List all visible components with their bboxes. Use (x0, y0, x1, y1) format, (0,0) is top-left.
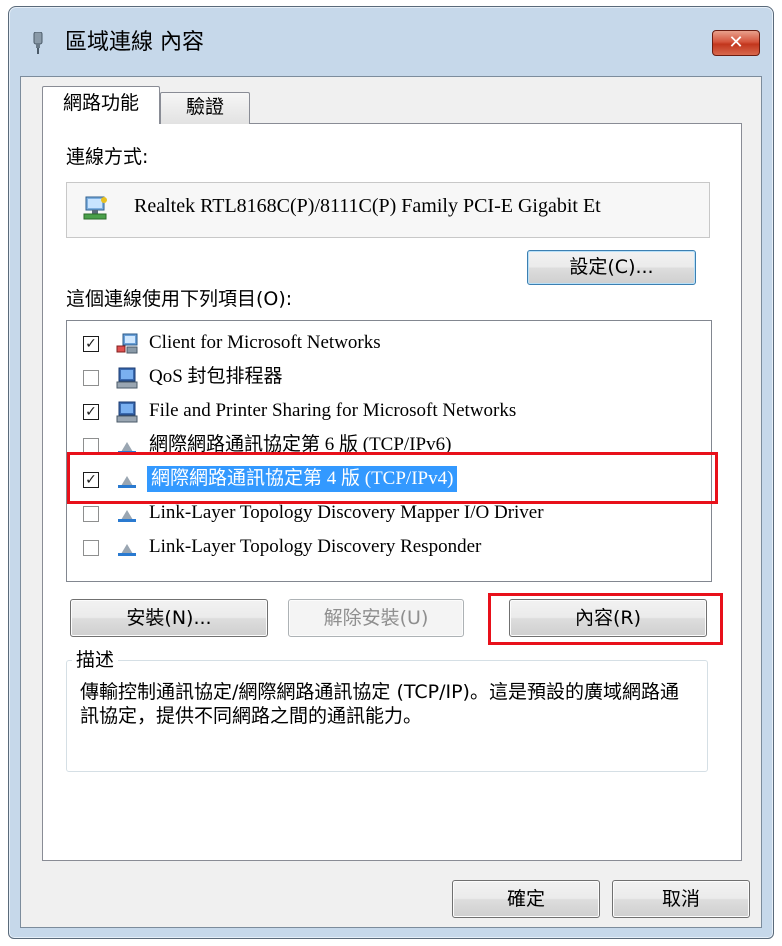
configure-button[interactable]: 設定(C)... (527, 250, 696, 285)
checkbox-checked[interactable]: ✓ (83, 404, 99, 420)
install-button[interactable]: 安裝(N)... (70, 599, 268, 637)
ok-button[interactable]: 確定 (452, 880, 600, 918)
network-adapter-icon (83, 196, 107, 220)
uninstall-button[interactable]: 解除安裝(U) (288, 599, 464, 637)
cancel-button[interactable]: 取消 (612, 880, 750, 918)
connect-using-label: 連線方式: (66, 146, 149, 168)
annotation-highlight-properties (488, 593, 723, 645)
list-item-label: QoS 封包排程器 (149, 366, 283, 387)
tab-networking[interactable]: 網路功能 (42, 86, 160, 124)
description-text: 傳輸控制通訊協定/網際網路通訊協定 (TCP/IP)。這是預設的廣域網路通訊協定… (80, 681, 679, 727)
protocol-icon (118, 544, 136, 556)
list-item-label: File and Printer Sharing for Microsoft N… (149, 400, 517, 421)
components-list[interactable]: ✓ Client for Microsoft Networks QoS 封包排程… (66, 320, 712, 582)
annotation-highlight-tcpipv4 (67, 452, 718, 504)
list-item-file-printer-sharing[interactable]: ✓ File and Printer Sharing for Microsoft… (67, 395, 707, 428)
tab-authentication[interactable]: 驗證 (160, 92, 250, 124)
close-button[interactable]: ✕ (712, 30, 760, 56)
checkbox-unchecked[interactable] (83, 506, 99, 522)
list-item-client-ms-networks[interactable]: ✓ Client for Microsoft Networks (67, 327, 707, 360)
adapter-name: Realtek RTL8168C(P)/8111C(P) Family PCI-… (134, 195, 601, 217)
items-label: 這個連線使用下列項目(O): (66, 288, 293, 310)
list-item-qos-scheduler[interactable]: QoS 封包排程器 (67, 361, 707, 394)
list-item-lltd-responder[interactable]: Link-Layer Topology Discovery Responder (67, 531, 707, 564)
close-icon: ✕ (728, 32, 744, 53)
computer-service-icon (116, 367, 138, 389)
checkbox-unchecked[interactable] (83, 540, 99, 556)
description-title: 描述 (72, 648, 119, 672)
computer-service-icon (116, 401, 138, 423)
list-item-label: Link-Layer Topology Discovery Responder (149, 536, 482, 557)
network-connection-icon (33, 32, 43, 54)
list-item-label: Client for Microsoft Networks (149, 332, 381, 353)
network-client-icon (116, 333, 138, 354)
protocol-icon (118, 510, 136, 522)
checkbox-checked[interactable]: ✓ (83, 336, 99, 352)
window-title: 區域連線 內容 (65, 30, 204, 55)
checkbox-unchecked[interactable] (83, 370, 99, 386)
